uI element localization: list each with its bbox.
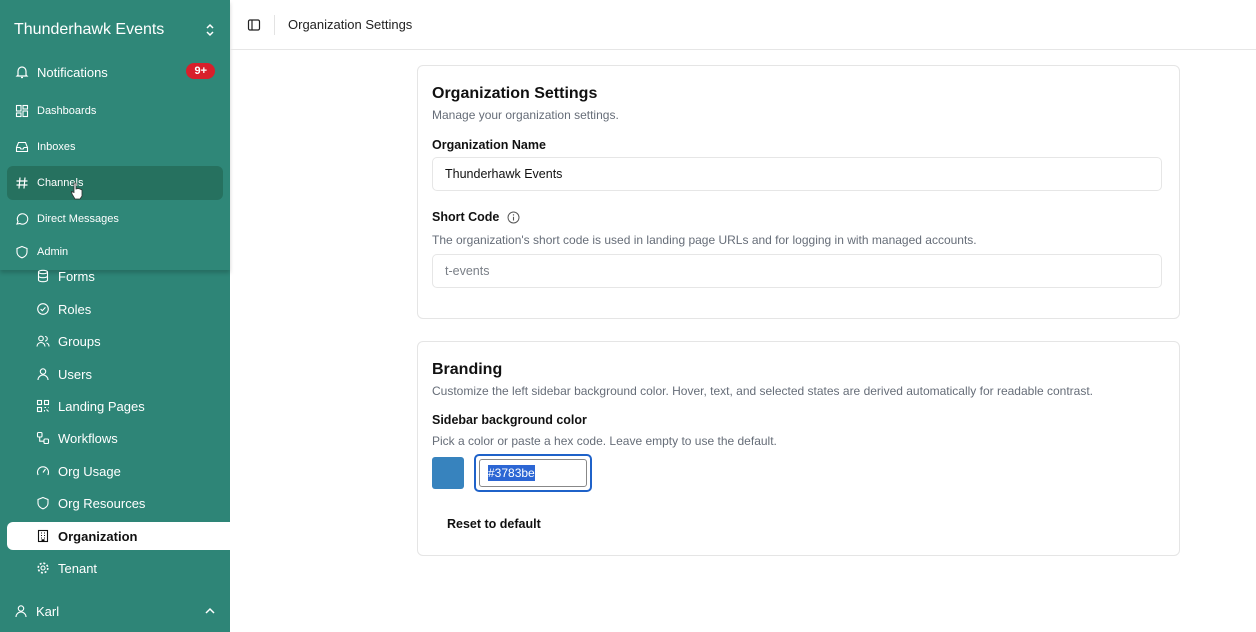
sidebar-item-tenant[interactable]: Tenant: [30, 555, 230, 581]
org-name: Thunderhawk Events: [14, 21, 165, 38]
sidebar-item-org-usage[interactable]: Org Usage: [30, 458, 230, 484]
sidebar-item-organization[interactable]: Organization: [7, 522, 230, 550]
sidebar-item-notifications[interactable]: Notifications 9+: [7, 55, 223, 89]
sidebar-item-direct-messages[interactable]: Direct Messages: [7, 202, 223, 236]
sidebar-item-workflows[interactable]: Workflows: [30, 425, 230, 451]
card-title: Organization Settings: [432, 85, 598, 102]
chevrons-up-down-icon: [204, 23, 216, 37]
cylinder-icon: [36, 269, 50, 283]
sidebar-item-roles[interactable]: Roles: [30, 296, 230, 322]
user-icon: [14, 604, 28, 618]
branding-subtitle: Customize the left sidebar background co…: [432, 384, 1094, 398]
sidebar-item-users[interactable]: Users: [30, 361, 230, 387]
notification-count-badge: 9+: [186, 63, 215, 79]
org-name-input[interactable]: Thunderhawk Events: [432, 157, 1162, 191]
sidebar-item-label: Workflows: [58, 430, 118, 446]
badge-check-icon: [36, 302, 50, 316]
users-icon: [36, 334, 50, 348]
short-code-label-row: Short Code: [432, 210, 520, 224]
hex-value-selected: #3783be: [488, 465, 535, 481]
header-divider: [274, 14, 275, 35]
sidebar-item-label: Dashboards: [37, 105, 97, 117]
sidebar-item-forms[interactable]: Forms: [30, 263, 230, 289]
top-header: Organization Settings: [230, 0, 1256, 50]
sidebar-item-label: Groups: [58, 333, 101, 349]
short-code-input[interactable]: t-events: [432, 254, 1162, 288]
sidebar-item-inboxes[interactable]: Inboxes: [7, 130, 223, 164]
info-icon[interactable]: [507, 211, 520, 224]
sidebar-item-channels[interactable]: Channels: [7, 166, 223, 200]
top-menu-panel: Thunderhawk Events Notifications 9+ Dash…: [0, 0, 230, 270]
hex-input-inner: #3783be: [479, 459, 587, 487]
reset-to-default-button[interactable]: Reset to default: [434, 512, 554, 536]
short-code-help: The organization's short code is used in…: [432, 233, 977, 247]
gear-icon: [36, 561, 50, 575]
sidebar-item-label: Organization: [58, 528, 138, 544]
sidebar-item-label: Forms: [58, 268, 95, 284]
shield-icon: [36, 496, 50, 510]
sidebar-toggle-icon[interactable]: [247, 18, 261, 32]
shield-icon: [15, 245, 29, 259]
qr-code-icon: [36, 399, 50, 413]
hex-color-input[interactable]: #3783be: [474, 454, 592, 492]
sidebar-item-label: Tenant: [58, 560, 98, 576]
sidebar-item-label: Inboxes: [37, 141, 76, 153]
card-subtitle: Manage your organization settings.: [432, 108, 619, 122]
sidebar-color-help: Pick a color or paste a hex code. Leave …: [432, 434, 777, 448]
inbox-icon: [15, 140, 29, 154]
sidebar-item-landing-pages[interactable]: Landing Pages: [30, 393, 230, 419]
sidebar-item-dashboards[interactable]: Dashboards: [7, 94, 223, 128]
gauge-icon: [36, 464, 50, 478]
sidebar-item-label: Admin: [37, 246, 69, 258]
user-name: Karl: [36, 603, 60, 619]
message-circle-icon: [15, 212, 29, 226]
chevron-up-icon: [204, 606, 216, 616]
bell-icon: [15, 65, 29, 79]
org-name-value: Thunderhawk Events: [445, 167, 563, 181]
org-settings-card: Organization Settings Manage your organi…: [417, 65, 1180, 319]
sidebar-item-label: Users: [58, 366, 92, 382]
branding-title: Branding: [432, 361, 503, 378]
page-title: Organization Settings: [288, 17, 413, 32]
sidebar-item-label: Roles: [58, 301, 92, 317]
dashboard-icon: [15, 104, 29, 118]
sidebar-item-org-resources[interactable]: Org Resources: [30, 490, 230, 516]
sidebar-item-label: Notifications: [37, 64, 108, 80]
branding-card: Branding Customize the left sidebar back…: [417, 341, 1180, 556]
sidebar-item-label: Landing Pages: [58, 398, 145, 414]
sidebar-item-label: Direct Messages: [37, 213, 119, 225]
color-swatch-picker[interactable]: [432, 457, 464, 489]
workflow-icon: [36, 431, 50, 445]
org-name-label: Organization Name: [432, 138, 546, 152]
sidebar-item-label: Org Usage: [58, 463, 121, 479]
building-icon: [36, 529, 50, 543]
sidebar-color-label: Sidebar background color: [432, 413, 587, 427]
hash-icon: [15, 176, 29, 190]
short-code-value: t-events: [445, 264, 490, 278]
org-switcher[interactable]: Thunderhawk Events: [14, 16, 216, 44]
short-code-label: Short Code: [432, 210, 500, 224]
sidebar-item-label: Org Resources: [58, 495, 146, 511]
sidebar-item-groups[interactable]: Groups: [30, 328, 230, 354]
user-menu[interactable]: Karl: [14, 600, 216, 622]
user-icon: [36, 367, 50, 381]
hand-pointer-icon: [70, 182, 84, 200]
sidebar: Thunderhawk Events Notifications 9+ Dash…: [0, 0, 230, 632]
